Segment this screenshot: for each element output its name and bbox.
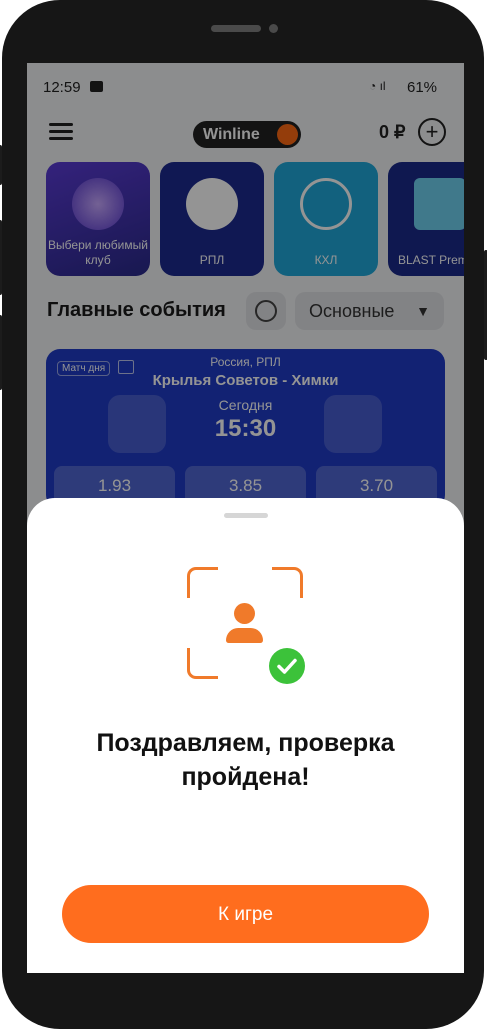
success-title-text: Поздравляем, проверка пройдена! bbox=[96, 729, 395, 791]
verification-bottom-sheet: Поздравляем, проверка пройдена! К игре bbox=[27, 498, 464, 973]
volume-down-button bbox=[0, 315, 2, 390]
success-title: Поздравляем, проверка пройдена! bbox=[27, 726, 464, 794]
phone-frame: 12:59 ◔ ıl 61% Winline 0 ₽ + Выбери люби… bbox=[0, 0, 487, 1029]
screen: 12:59 ◔ ıl 61% Winline 0 ₽ + Выбери люби… bbox=[27, 63, 464, 973]
side-button bbox=[0, 145, 2, 185]
scan-corner bbox=[187, 567, 218, 598]
volume-up-button bbox=[0, 220, 2, 295]
checkmark-icon bbox=[269, 648, 305, 684]
person-icon-body bbox=[226, 628, 263, 643]
person-icon bbox=[234, 603, 255, 624]
speaker bbox=[211, 25, 261, 32]
front-camera bbox=[269, 24, 278, 33]
scan-corner bbox=[272, 567, 303, 598]
face-scan-icon bbox=[187, 567, 305, 684]
go-to-game-button[interactable]: К игре bbox=[62, 885, 429, 943]
scan-corner bbox=[187, 648, 218, 679]
sheet-drag-handle[interactable] bbox=[224, 513, 268, 518]
